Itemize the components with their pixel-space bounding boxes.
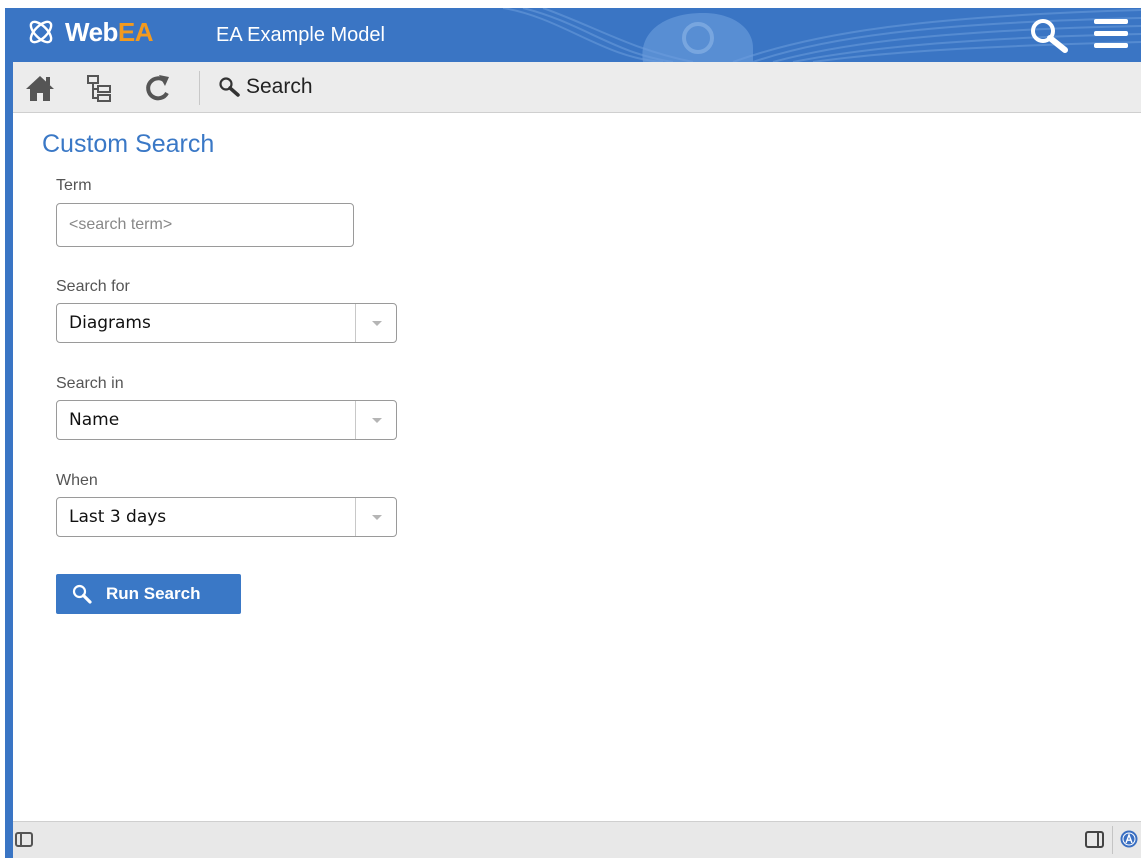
status-bar (13, 821, 1141, 858)
toolbar-search-icon (219, 77, 240, 97)
webea-logo-icon (29, 20, 53, 44)
select-divider (355, 498, 356, 536)
chevron-down-icon (372, 515, 382, 520)
page-title: Custom Search (42, 130, 215, 158)
toggle-left-panel-icon[interactable] (15, 832, 33, 847)
chevron-down-icon (372, 418, 382, 423)
chevron-down-icon (372, 321, 382, 326)
logo-text-web: Web (65, 16, 118, 47)
app-header: WebEA EA Example Model (13, 8, 1141, 62)
toolbar-search-button[interactable]: Search (218, 75, 313, 99)
webea-window: WebEA EA Example Model Search Custom Sea… (5, 8, 1141, 858)
hamburger-menu-icon[interactable] (1094, 19, 1130, 51)
toolbar-search-label: Search (246, 75, 313, 98)
search-in-label: Search in (56, 375, 124, 392)
when-select[interactable]: Last 3 days (56, 497, 397, 537)
search-for-value: Diagrams (69, 313, 151, 333)
search-for-label: Search for (56, 278, 130, 295)
toggle-right-panel-icon[interactable] (1085, 831, 1104, 848)
toolbar-divider (199, 71, 200, 105)
search-icon (72, 584, 92, 604)
user-avatar-icon[interactable] (1120, 830, 1138, 848)
model-name: EA Example Model (216, 24, 385, 46)
refresh-icon[interactable] (143, 73, 173, 103)
home-icon[interactable] (25, 73, 55, 103)
select-divider (355, 401, 356, 439)
select-divider (355, 304, 356, 342)
search-in-select[interactable]: Name (56, 400, 397, 440)
run-search-button[interactable]: Run Search (56, 574, 241, 614)
term-label: Term (56, 177, 92, 194)
search-term-input[interactable] (56, 203, 354, 247)
toolbar: Search (13, 62, 1141, 113)
when-label: When (56, 472, 98, 489)
custom-search-panel: Custom Search Term Search for Diagrams S… (13, 113, 1141, 821)
logo-text: WebEA (65, 16, 154, 48)
search-for-select[interactable]: Diagrams (56, 303, 397, 343)
statusbar-divider (1112, 826, 1113, 854)
webea-logo[interactable]: WebEA (25, 16, 154, 48)
run-search-label: Run Search (106, 584, 201, 603)
logo-text-ea: EA (117, 16, 154, 47)
search-in-value: Name (69, 410, 120, 430)
when-value: Last 3 days (69, 507, 167, 527)
browser-tree-icon[interactable] (85, 73, 115, 103)
header-search-icon[interactable] (1029, 18, 1069, 54)
